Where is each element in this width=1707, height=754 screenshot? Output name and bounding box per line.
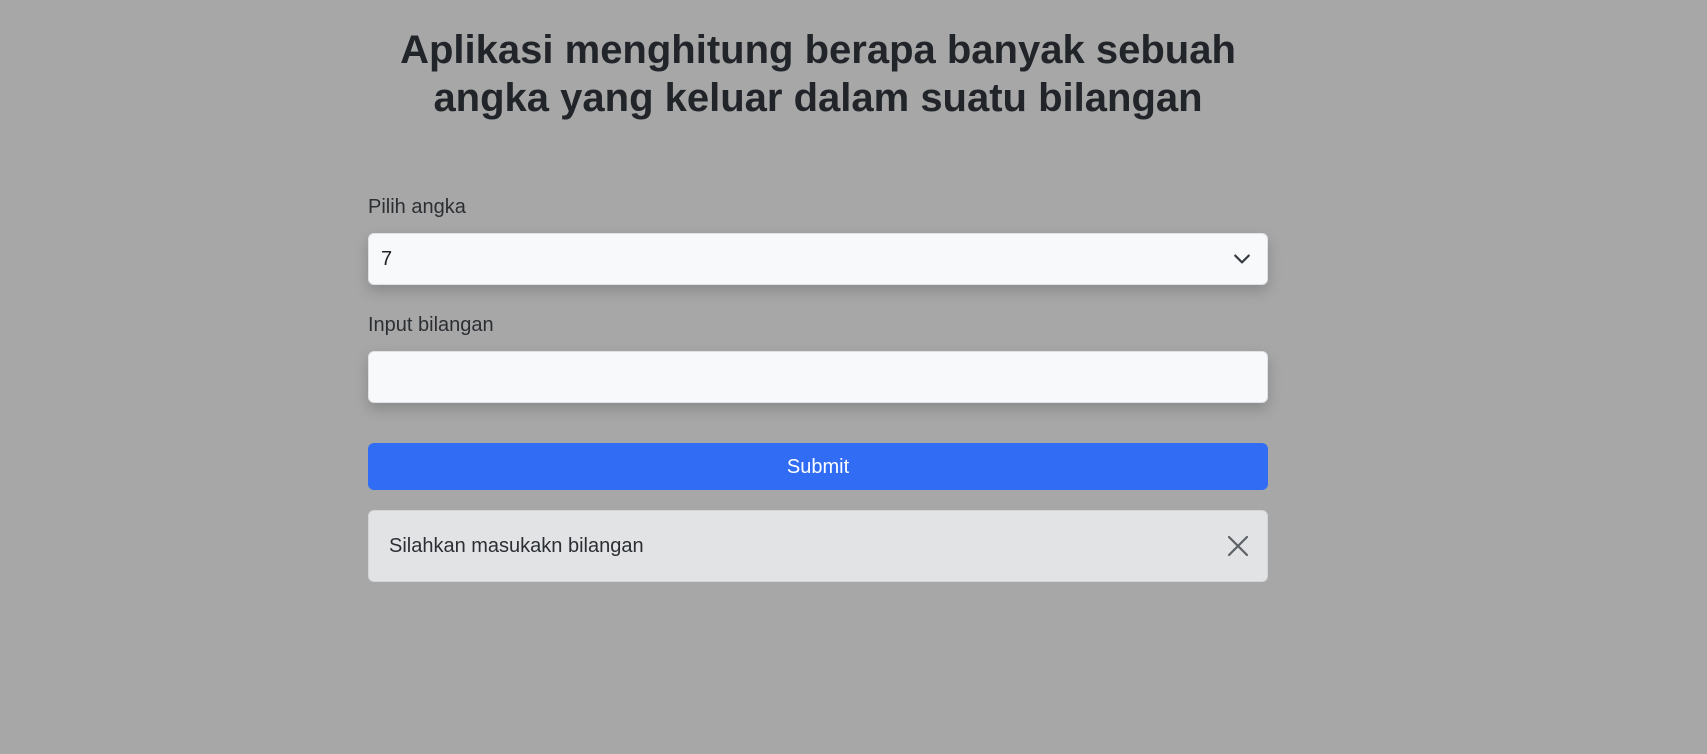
select-value: 7	[381, 248, 393, 270]
info-alert: Silahkan masukakn bilangan	[368, 510, 1268, 582]
alert-message: Silahkan masukakn bilangan	[389, 535, 644, 557]
page: Aplikasi menghitung berapa banyak sebuah…	[0, 0, 1707, 754]
number-select[interactable]: 7	[368, 233, 1268, 285]
input-group: Input bilangan	[368, 313, 1268, 403]
submit-button[interactable]: Submit	[368, 443, 1268, 490]
alert-close-button[interactable]	[1223, 531, 1253, 561]
page-title: Aplikasi menghitung berapa banyak sebuah…	[400, 28, 1236, 120]
number-input[interactable]	[368, 351, 1268, 403]
chevron-down-icon	[1234, 254, 1250, 264]
select-label: Pilih angka	[368, 196, 466, 218]
close-icon	[1227, 535, 1249, 557]
count-form: Pilih angka 7 Input bilangan Submit Sila…	[368, 195, 1268, 582]
input-label: Input bilangan	[368, 314, 494, 336]
